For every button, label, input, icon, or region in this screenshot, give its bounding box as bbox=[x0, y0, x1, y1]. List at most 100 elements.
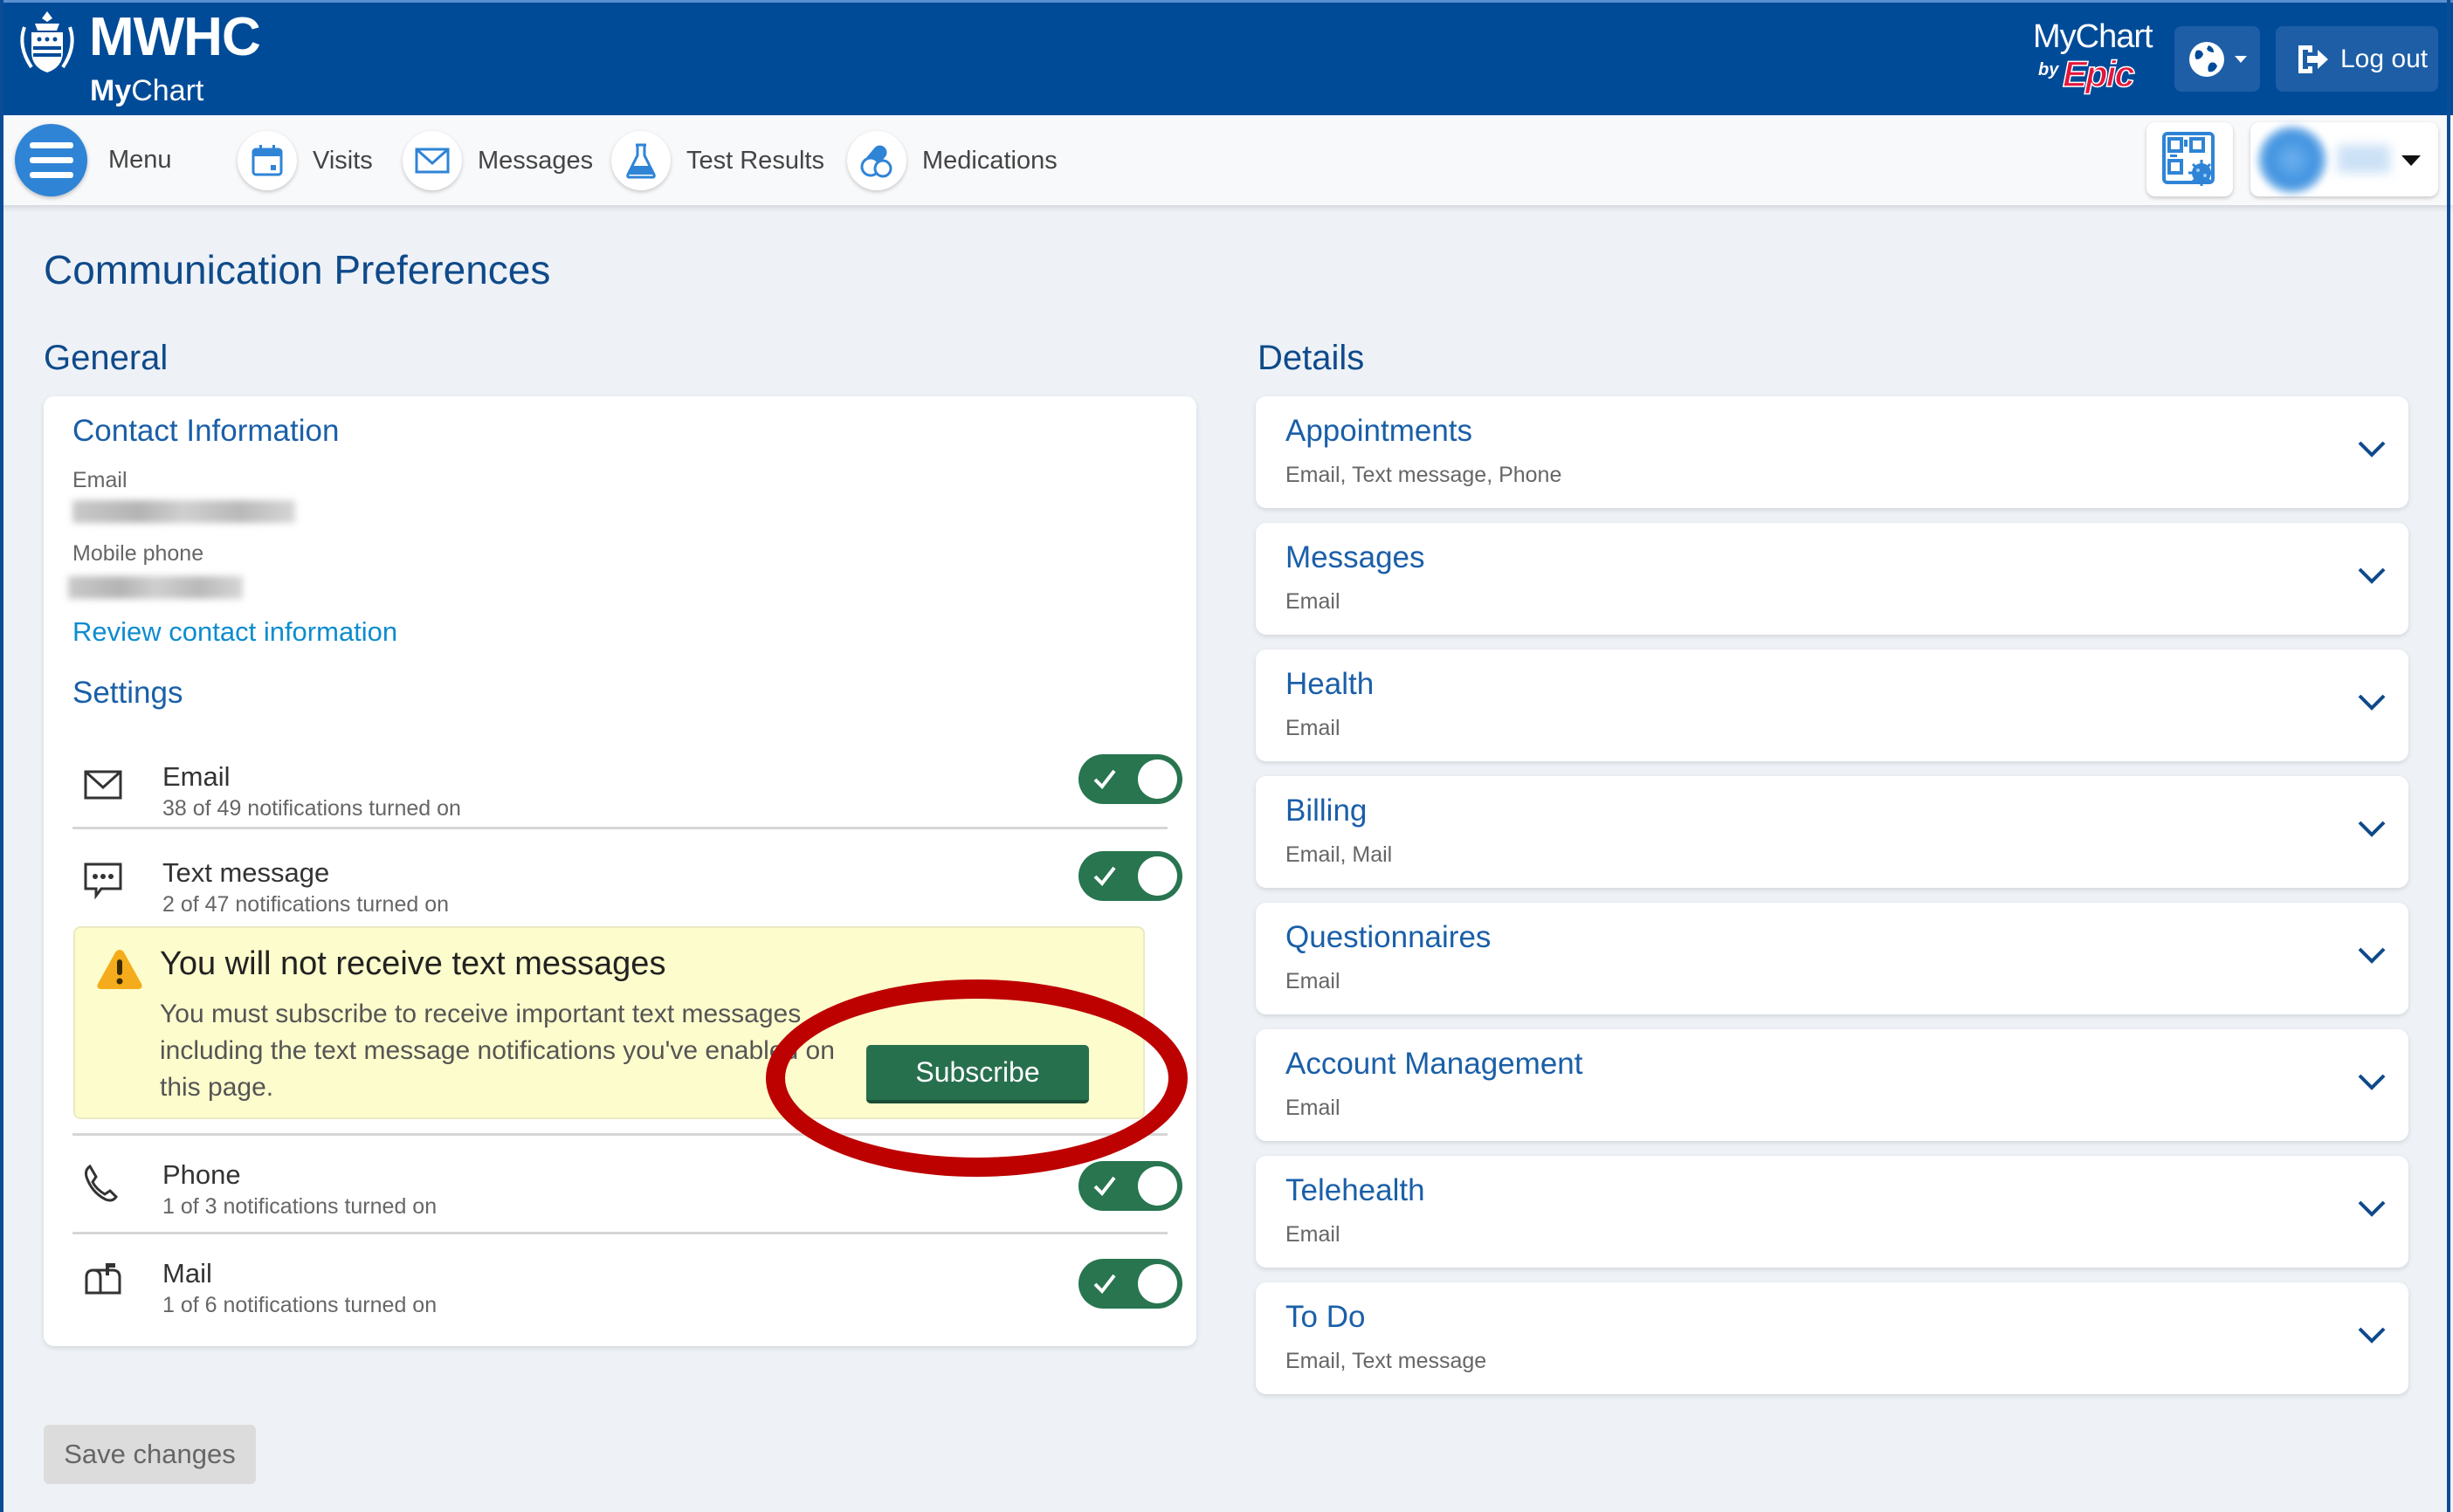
nav-label: Visits bbox=[313, 146, 373, 175]
detail-card-appointments[interactable]: Appointments Email, Text message, Phone bbox=[1256, 396, 2408, 508]
nav-bar: Menu Visits Messages Test Results Medica… bbox=[0, 115, 2453, 205]
nav-item-messages[interactable]: Messages bbox=[403, 130, 593, 191]
detail-card-health[interactable]: Health Email bbox=[1256, 649, 2408, 761]
detail-title: Questionnaires bbox=[1285, 920, 1492, 954]
detail-channels: Email bbox=[1285, 1222, 1340, 1247]
warning-icon bbox=[97, 950, 142, 989]
language-button[interactable] bbox=[2174, 26, 2260, 92]
logout-button[interactable]: Log out bbox=[2276, 26, 2438, 92]
setting-row-email: Email 38 of 49 notifications turned on bbox=[72, 746, 1168, 824]
detail-card-telehealth[interactable]: Telehealth Email bbox=[1256, 1156, 2408, 1268]
check-icon bbox=[1093, 1176, 1116, 1197]
mailbox-icon bbox=[85, 1263, 121, 1295]
envelope-icon bbox=[84, 770, 122, 800]
detail-card-to-do[interactable]: To Do Email, Text message bbox=[1256, 1282, 2408, 1394]
subscribe-button[interactable]: Subscribe bbox=[866, 1045, 1089, 1103]
detail-channels: Email bbox=[1285, 1096, 1340, 1120]
avatar bbox=[2257, 126, 2327, 194]
general-card: Contact Information Email Mobile phone R… bbox=[44, 396, 1196, 1346]
phone-icon bbox=[85, 1164, 118, 1202]
mobile-phone-label: Mobile phone bbox=[72, 541, 204, 566]
check-icon bbox=[1093, 769, 1116, 790]
check-icon bbox=[1093, 866, 1116, 887]
setting-title: Phone bbox=[162, 1159, 241, 1190]
review-contact-info-link[interactable]: Review contact information bbox=[72, 616, 397, 648]
detail-card-messages[interactable]: Messages Email bbox=[1256, 523, 2408, 635]
caret-down-icon bbox=[2235, 55, 2247, 63]
detail-channels: Email bbox=[1285, 716, 1340, 740]
account-name-blurred bbox=[2338, 145, 2390, 173]
toggle-knob bbox=[1138, 759, 1177, 799]
detail-card-account-management[interactable]: Account Management Email bbox=[1256, 1029, 2408, 1141]
nav-item-medications[interactable]: Medications bbox=[847, 130, 1058, 191]
divider bbox=[72, 1232, 1168, 1234]
caret-down-icon bbox=[2401, 155, 2421, 166]
menu-label[interactable]: Menu bbox=[108, 146, 172, 175]
setting-row-text-message: Text message 2 of 47 notifications turne… bbox=[72, 843, 1168, 922]
page-title: Communication Preferences bbox=[44, 247, 551, 292]
email-label: Email bbox=[72, 468, 127, 492]
brand-subtitle: MyChart bbox=[90, 74, 203, 108]
detail-title: Billing bbox=[1285, 794, 1368, 828]
chevron-down-icon[interactable] bbox=[2356, 1198, 2388, 1220]
email-value-redacted bbox=[72, 500, 295, 523]
mobile-phone-value-redacted bbox=[68, 576, 243, 599]
nav-label: Messages bbox=[478, 146, 594, 175]
nav-item-visits[interactable]: Visits bbox=[238, 130, 373, 191]
detail-title: Account Management bbox=[1285, 1047, 1583, 1081]
envelope-icon bbox=[415, 148, 450, 174]
chevron-down-icon[interactable] bbox=[2356, 945, 2388, 967]
chevron-down-icon[interactable] bbox=[2356, 691, 2388, 714]
warning-title: You will not receive text messages bbox=[160, 945, 666, 982]
covid-qr-button[interactable] bbox=[2146, 122, 2233, 196]
chevron-down-icon[interactable] bbox=[2356, 565, 2388, 588]
detail-title: Telehealth bbox=[1285, 1173, 1425, 1207]
chevron-down-icon[interactable] bbox=[2356, 818, 2388, 841]
hamburger-line bbox=[29, 172, 73, 178]
hamburger-line bbox=[29, 157, 73, 163]
flask-icon bbox=[626, 143, 656, 179]
chevron-down-icon[interactable] bbox=[2356, 438, 2388, 461]
setting-title: Mail bbox=[162, 1258, 212, 1289]
window-frame-left bbox=[0, 0, 3, 1512]
save-changes-button[interactable]: Save changes bbox=[44, 1425, 256, 1484]
nav-icon-circle bbox=[403, 131, 462, 190]
chevron-down-icon[interactable] bbox=[2356, 1071, 2388, 1094]
contact-info-heading: Contact Information bbox=[72, 414, 340, 448]
logout-icon bbox=[2298, 45, 2328, 73]
text-message-toggle[interactable] bbox=[1078, 851, 1182, 901]
phone-toggle[interactable] bbox=[1078, 1161, 1182, 1211]
nav-icon-circle bbox=[238, 131, 297, 190]
setting-row-mail: Mail 1 of 6 notifications turned on bbox=[72, 1246, 1168, 1324]
detail-title: To Do bbox=[1285, 1300, 1366, 1334]
epic-logo-by: by bbox=[2038, 60, 2059, 79]
email-toggle[interactable] bbox=[1078, 754, 1182, 804]
toggle-knob bbox=[1138, 1166, 1177, 1206]
calendar-icon bbox=[252, 145, 283, 176]
detail-channels: Email, Mail bbox=[1285, 842, 1393, 867]
menu-button[interactable] bbox=[15, 124, 87, 196]
details-heading: Details bbox=[1258, 339, 1365, 377]
brand-sub-rest: Chart bbox=[131, 74, 204, 107]
account-menu-button[interactable] bbox=[2250, 122, 2438, 196]
chevron-down-icon[interactable] bbox=[2356, 1324, 2388, 1347]
setting-subtitle: 2 of 47 notifications turned on bbox=[162, 892, 450, 917]
setting-subtitle: 1 of 3 notifications turned on bbox=[162, 1194, 438, 1219]
setting-subtitle: 1 of 6 notifications turned on bbox=[162, 1293, 438, 1317]
setting-row-phone: Phone 1 of 3 notifications turned on bbox=[72, 1147, 1168, 1226]
detail-title: Health bbox=[1285, 667, 1375, 701]
divider bbox=[72, 1133, 1168, 1136]
detail-card-billing[interactable]: Billing Email, Mail bbox=[1256, 776, 2408, 888]
mail-toggle[interactable] bbox=[1078, 1259, 1182, 1309]
detail-title: Messages bbox=[1285, 540, 1425, 574]
general-heading: General bbox=[44, 339, 169, 377]
toggle-knob bbox=[1138, 856, 1177, 896]
check-icon bbox=[1093, 1274, 1116, 1295]
top-header: MWHC MyChart MyChart by Epic Log out bbox=[0, 0, 2453, 115]
detail-card-questionnaires[interactable]: Questionnaires Email bbox=[1256, 903, 2408, 1014]
settings-heading: Settings bbox=[72, 676, 183, 710]
epic-logo-epic: Epic bbox=[2062, 52, 2135, 95]
nav-item-test-results[interactable]: Test Results bbox=[611, 130, 824, 191]
epic-logo-mychart: MyChart bbox=[2033, 18, 2153, 55]
divider bbox=[72, 827, 1168, 829]
